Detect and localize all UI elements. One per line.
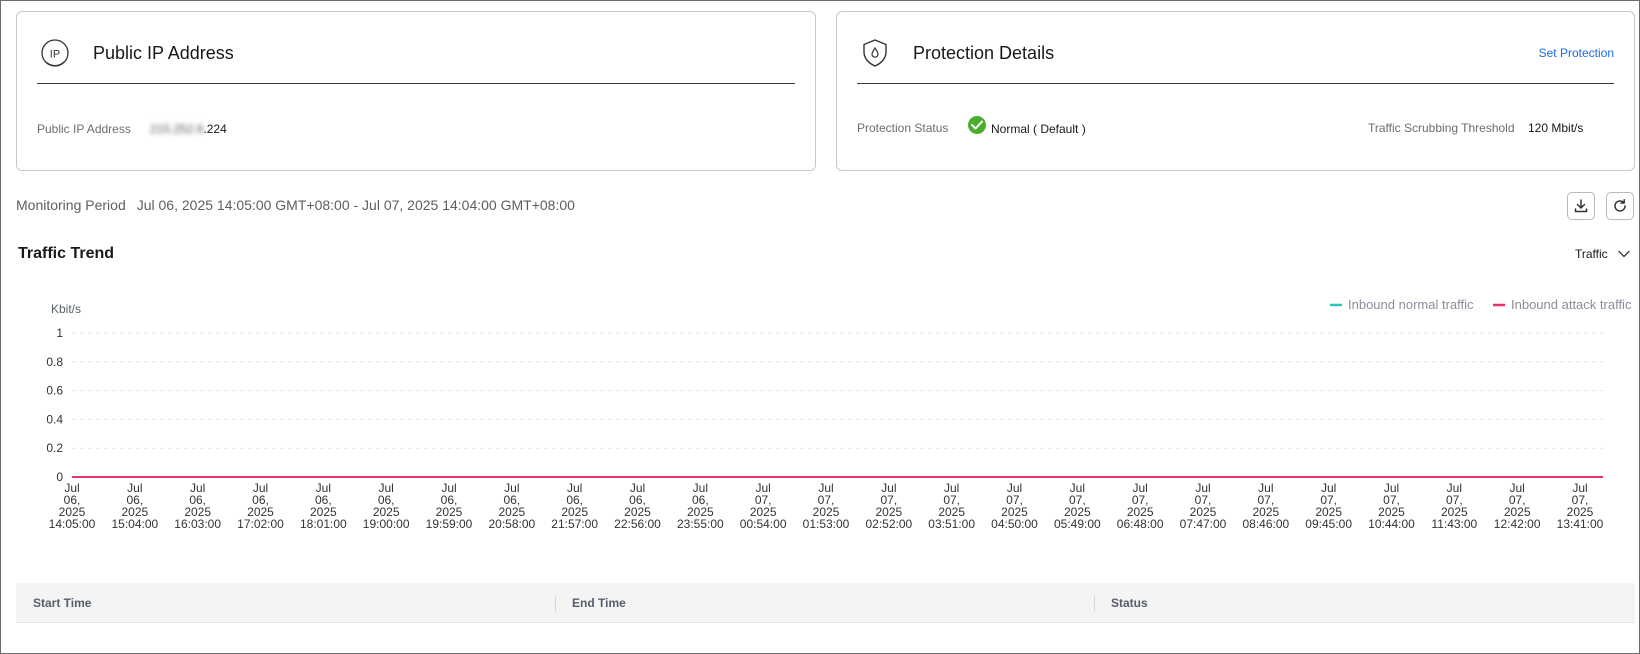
x-tick-label: Jul 07, 2025 01:53:00 [803,481,850,531]
x-tick-label: Jul 07, 2025 13:41:00 [1557,481,1604,531]
column-separator [555,596,556,611]
ip-circle-icon: IP [41,39,69,67]
y-tick-label: 0.4 [46,412,63,426]
x-tick-label: Jul 07, 2025 07:47:00 [1180,481,1227,531]
x-tick-label: Jul 06, 2025 21:57:00 [551,481,598,531]
refresh-button[interactable] [1606,192,1634,220]
y-tick-label: 0.8 [46,355,63,369]
refresh-icon [1614,199,1626,212]
traffic-trend-title: Traffic Trend [18,245,115,262]
download-button[interactable] [1567,192,1595,220]
protection-status-value: Normal ( Default ) [991,122,1086,136]
x-tick-label: Jul 07, 2025 11:43:00 [1431,481,1477,531]
monitoring-period-value: Jul 06, 2025 14:05:00 GMT+08:00 - Jul 07… [136,197,575,213]
x-tick-label: Jul 06, 2025 16:03:00 [174,481,221,531]
x-tick-label: Jul 06, 2025 14:05:00 [49,481,96,531]
x-tick-label: Jul 07, 2025 06:48:00 [1117,481,1164,531]
x-tick-label: Jul 07, 2025 08:46:00 [1242,481,1289,531]
y-tick-label: 0.2 [46,441,63,455]
x-tick-label: Jul 06, 2025 17:02:00 [237,481,284,531]
x-tick-label: Jul 07, 2025 00:54:00 [740,481,787,531]
shield-drop-icon [863,39,887,67]
x-tick-label: Jul 07, 2025 12:42:00 [1494,481,1541,531]
x-tick-label: Jul 07, 2025 05:49:00 [1054,481,1101,531]
scrubbing-threshold-value: 120 Mbit/s [1528,121,1584,135]
x-tick-label: Jul 06, 2025 22:56:00 [614,481,661,531]
x-tick-label: Jul 07, 2025 09:45:00 [1305,481,1352,531]
chevron-down-icon [1618,250,1630,258]
attack-events-table-header: Start Time End Time Status [16,583,1635,623]
x-tick-label: Jul 06, 2025 19:00:00 [363,481,410,531]
metric-dropdown-value: Traffic [1575,247,1608,261]
public-ip-suffix: .224 [203,122,227,136]
protection-details-title: Protection Details [913,43,1055,63]
traffic-trend-chart: Kbit/s 0 0.2 0.4 0.6 0.8 1 Jul 06, 2025 14:05:00 Ju… [46,297,1632,531]
x-tick-label: Jul 06, 2025 18:01:00 [300,481,347,531]
column-start-time[interactable]: Start Time [33,596,91,610]
x-tick-label: Jul 06, 2025 15:04:00 [111,481,158,531]
protection-card-header: Protection Details Set Protection [857,12,1614,84]
public-ip-card-header: IP Public IP Address [37,12,795,84]
protection-status-label: Protection Status [857,121,949,135]
y-tick-label: 1 [56,326,63,340]
legend-label: Inbound normal traffic [1348,297,1474,312]
column-end-time[interactable]: End Time [572,596,626,610]
monitoring-period-label: Monitoring Period [16,197,126,213]
public-ip-value: 215.252.6.224 [150,122,227,136]
x-tick-label: Jul 06, 2025 23:55:00 [677,481,724,531]
x-tick-label: Jul 06, 2025 19:59:00 [426,481,473,531]
protection-details-card: Protection Details Set Protection Protec… [836,11,1635,171]
monitoring-period: Monitoring Period Jul 06, 2025 14:05:00 G… [16,197,575,213]
y-tick-label: 0.6 [46,384,63,398]
scrubbing-threshold-label: Traffic Scrubbing Threshold [1368,121,1515,135]
x-tick-label: Jul 07, 2025 04:50:00 [991,481,1038,531]
legend-label: Inbound attack traffic [1511,297,1632,312]
x-tick-label: Jul 06, 2025 20:58:00 [488,481,535,531]
column-status[interactable]: Status [1111,596,1148,610]
column-separator [1094,596,1095,611]
set-protection-link[interactable]: Set Protection [1539,46,1614,60]
public-ip-masked: 215.252.6 [150,122,204,136]
y-axis-label: Kbit/s [51,302,81,316]
public-ip-label: Public IP Address [37,122,131,136]
svg-text:IP: IP [50,49,60,61]
metric-dropdown[interactable]: Traffic [1575,247,1630,261]
public-ip-card: IP Public IP Address Public IP Address 2… [16,11,816,171]
download-icon [1574,199,1588,213]
x-tick-label: Jul 07, 2025 10:44:00 [1368,481,1415,531]
x-tick-label: Jul 07, 2025 03:51:00 [928,481,975,531]
x-tick-label: Jul 07, 2025 02:52:00 [865,481,912,531]
status-ok-icon [968,116,986,134]
public-ip-title: Public IP Address [93,43,234,63]
y-tick-label: 0 [56,470,63,484]
